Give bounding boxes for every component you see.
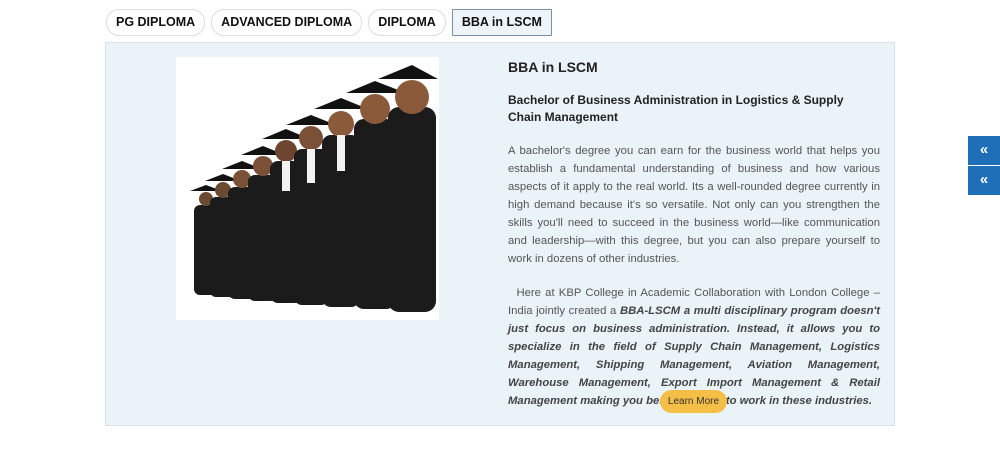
double-chevron-left-icon[interactable]: « bbox=[968, 166, 1000, 195]
tab-panel: BBA in LSCM Bachelor of Business Adminis… bbox=[105, 42, 895, 426]
program-title: BBA in LSCM bbox=[508, 59, 598, 75]
tab-diploma[interactable]: DIPLOMA bbox=[368, 9, 446, 36]
double-chevron-left-icon[interactable]: « bbox=[968, 136, 1000, 165]
tab-pg-diploma[interactable]: PG DIPLOMA bbox=[106, 9, 206, 36]
tab-bba-in-lscm[interactable]: BBA in LSCM bbox=[451, 9, 552, 36]
program-subtitle: Bachelor of Business Administration in L… bbox=[508, 93, 844, 124]
learn-more-button[interactable]: Learn More bbox=[660, 390, 727, 413]
tab-advanced-diploma[interactable]: ADVANCED DIPLOMA bbox=[211, 9, 363, 36]
program-description: BBA in LSCM Bachelor of Business Adminis… bbox=[508, 57, 880, 410]
program-paragraph-1: A bachelor's degree you can earn for the… bbox=[508, 145, 880, 265]
program-tabs: PG DIPLOMA ADVANCED DIPLOMA DIPLOMA BBA … bbox=[106, 9, 552, 36]
graduates-photo bbox=[176, 57, 439, 320]
graduates-illustration bbox=[190, 65, 438, 312]
